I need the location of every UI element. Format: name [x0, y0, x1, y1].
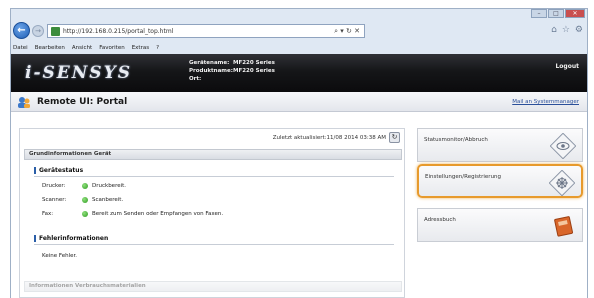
consumables-header: Informationen Verbrauchsmaterialien: [24, 281, 402, 292]
status-row-fax: Fax: Bereit zum Senden oder Empfangen vo…: [42, 211, 223, 217]
status-label: Scanner:: [42, 197, 67, 203]
close-window-button[interactable]: ✕: [565, 9, 585, 18]
address-bar-tools[interactable]: ⌕ ▾ ↻ ✕: [334, 27, 360, 36]
device-name-label: Gerätename:: [189, 60, 230, 66]
status-ok-icon: [82, 183, 88, 189]
site-favicon-icon: [51, 27, 60, 36]
window-controls: – □ ✕: [531, 9, 585, 18]
address-book-tile[interactable]: Adressbuch: [417, 208, 583, 242]
device-status-header: Gerätestatus: [34, 167, 83, 174]
status-label: Fax:: [42, 211, 54, 217]
status-value: Druckbereit.: [92, 183, 127, 189]
tile-label: Einstellungen/Registrierung: [425, 174, 502, 180]
status-ok-icon: [82, 197, 88, 203]
navigation-bar: ← → http://192.168.0.215/portal_top.html…: [13, 22, 587, 40]
error-text: Keine Fehler.: [42, 253, 78, 259]
portal-titlebar: Remote UI: Portal Mail an Systemmanager: [11, 92, 587, 112]
menu-extras[interactable]: Extras: [132, 45, 149, 51]
status-monitor-tile[interactable]: Statusmonitor/Abbruch: [417, 128, 583, 162]
error-info-header: Fehlerinformationen: [34, 235, 108, 242]
product-name-label: Produktname:: [189, 68, 233, 74]
menu-datei[interactable]: Datei: [13, 45, 28, 51]
favorites-star-icon[interactable]: ☆: [562, 25, 570, 35]
mail-admin-link[interactable]: Mail an Systemmanager: [512, 99, 579, 105]
status-label: Drucker:: [42, 183, 66, 189]
portal-user-icon: [18, 97, 30, 108]
home-icon[interactable]: ⌂: [551, 25, 557, 35]
address-book-icon: [554, 216, 574, 237]
status-ok-icon: [82, 211, 88, 217]
browser-toolbar-icons: ⌂ ☆ ⚙: [551, 25, 583, 35]
page-title: Remote UI: Portal: [37, 97, 128, 107]
tools-gear-icon[interactable]: ⚙: [575, 25, 583, 35]
address-bar[interactable]: http://192.168.0.215/portal_top.html ⌕ ▾…: [47, 24, 365, 38]
status-panel: Zuletzt aktualisiert:11/08 2014 03:38 AM…: [19, 128, 405, 298]
back-button[interactable]: ←: [13, 22, 30, 39]
status-value: Scanbereit.: [92, 197, 124, 203]
location-label: Ort:: [189, 76, 202, 82]
page-content: i-SENSYS Gerätename: MF220 Series Produkt…: [10, 54, 588, 298]
minimize-button[interactable]: –: [531, 9, 547, 18]
tile-label: Adressbuch: [424, 217, 456, 223]
status-value: Bereit zum Senden oder Empfangen von Fax…: [92, 211, 224, 217]
last-updated-text: Zuletzt aktualisiert:11/08 2014 03:38 AM: [272, 135, 386, 141]
status-row-scanner: Scanner: Scanbereit.: [42, 197, 123, 203]
status-row-printer: Drucker: Druckbereit.: [42, 183, 126, 189]
brand-logo: i-SENSYS: [25, 63, 132, 83]
browser-menu-bar: Datei Bearbeiten Ansicht Favoriten Extra…: [13, 42, 159, 53]
divider: [34, 244, 394, 245]
url-text[interactable]: http://192.168.0.215/portal_top.html: [63, 28, 173, 35]
product-name-value: MF220 Series: [233, 68, 275, 74]
basic-info-header: Grundinformationen Gerät: [24, 149, 402, 160]
maximize-button[interactable]: □: [548, 9, 564, 18]
page-header: i-SENSYS Gerätename: MF220 Series Produkt…: [11, 54, 587, 92]
settings-registration-tile[interactable]: Einstellungen/Registrierung: [417, 164, 583, 198]
divider: [34, 176, 394, 177]
settings-icon: [549, 170, 575, 196]
menu-favoriten[interactable]: Favoriten: [99, 45, 124, 51]
refresh-button[interactable]: ↻: [389, 132, 400, 143]
menu-help[interactable]: ?: [156, 45, 159, 51]
tile-label: Statusmonitor/Abbruch: [424, 137, 488, 143]
forward-button[interactable]: →: [32, 25, 44, 37]
device-name-value: MF220 Series: [233, 60, 275, 66]
menu-bearbeiten[interactable]: Bearbeiten: [35, 45, 65, 51]
logout-link[interactable]: Logout: [555, 63, 579, 70]
eye-icon: [550, 133, 576, 159]
device-info: Gerätename: MF220 Series Produktname:MF22…: [189, 59, 275, 83]
menu-ansicht[interactable]: Ansicht: [72, 45, 92, 51]
browser-window: – □ ✕ ← → http://192.168.0.215/portal_to…: [10, 8, 588, 54]
